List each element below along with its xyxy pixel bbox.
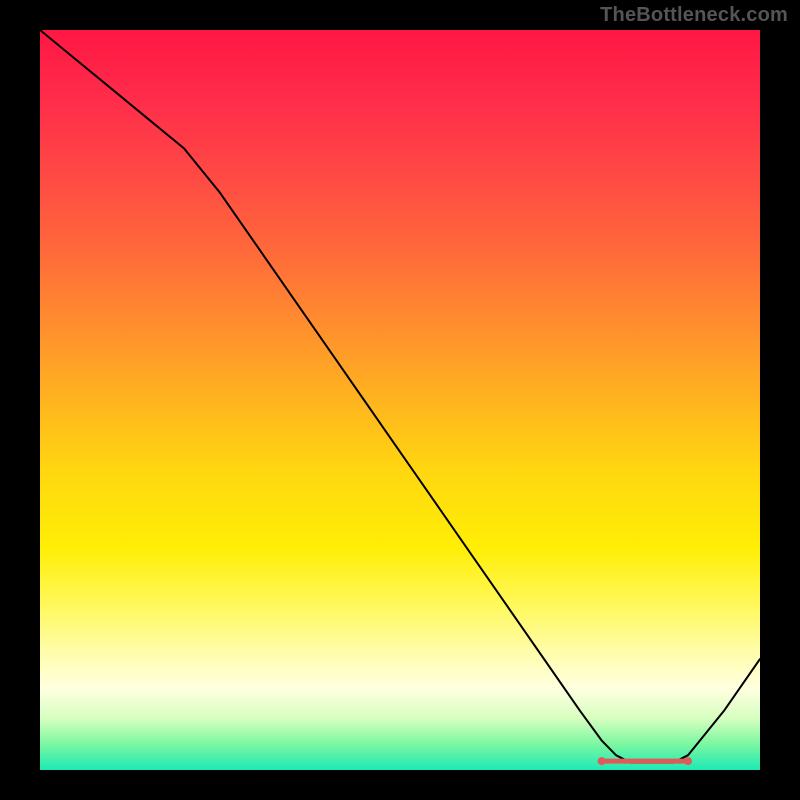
chart-container: TheBottleneck.com [0, 0, 800, 800]
bottleneck-chart [40, 30, 760, 770]
plot-frame [40, 30, 760, 770]
watermark-text: TheBottleneck.com [600, 4, 788, 27]
gradient-background [40, 30, 760, 770]
